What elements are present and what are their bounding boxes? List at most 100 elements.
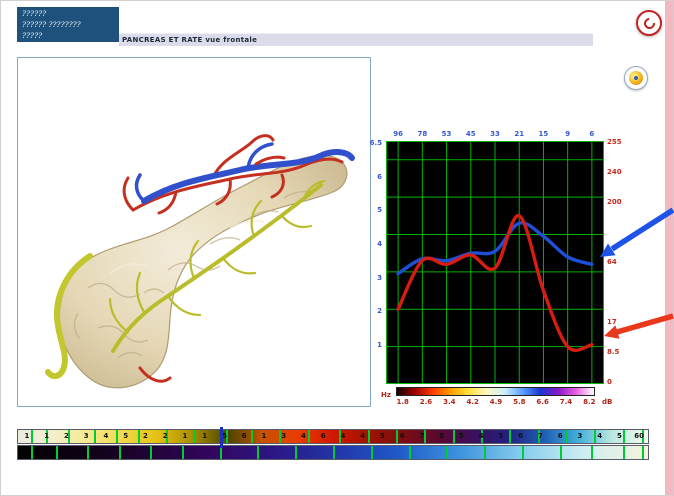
spectrum-colorbar	[396, 387, 595, 396]
patient-info-line: ?????	[22, 30, 43, 40]
scale-tick	[424, 430, 427, 443]
scale-tick	[115, 430, 118, 443]
chart-top-axis: 96 78 53 45 33 21 15 9 6	[386, 130, 604, 138]
scale-tick	[522, 446, 524, 459]
top-axis-label: 78	[417, 130, 428, 138]
right-axis-label: 8.5	[607, 348, 620, 356]
bottom-axis-label: 6.6	[536, 398, 549, 406]
globe-icon	[629, 71, 643, 85]
scale-tick	[46, 430, 49, 443]
scale-tick	[251, 430, 254, 443]
top-axis-label: 21	[514, 130, 525, 138]
chart-bottom-axis: 1.8 2.6 3.4 4.2 4.9 5.8 6.6 7.4 8.2	[391, 398, 601, 406]
top-axis-label: 15	[538, 130, 549, 138]
scale-tick	[307, 430, 310, 443]
scale-tick	[641, 446, 644, 459]
scale-tick	[408, 446, 411, 459]
right-axis-label: 64	[607, 258, 617, 266]
chart-left-axis: 6.5 6 5 4 3 2 1	[356, 139, 382, 349]
left-axis-label: 5	[377, 206, 382, 215]
scale-tick	[396, 430, 398, 443]
bottom-axis-label: 1.8	[396, 398, 409, 406]
top-axis-label: 33	[490, 130, 500, 138]
scale-tick	[370, 446, 373, 459]
scale-tick	[622, 446, 625, 459]
power-icon	[641, 15, 657, 31]
lut-scale-lower[interactable]	[17, 445, 649, 460]
right-axis-label: 0	[607, 378, 612, 386]
right-axis-label: 17	[607, 318, 617, 326]
scale-tick	[87, 446, 90, 459]
right-axis-label: 200	[607, 198, 622, 206]
pancreas-3d-view[interactable]	[17, 57, 371, 407]
scale-tick	[339, 430, 342, 443]
left-axis-label: 3	[377, 273, 382, 282]
bottom-axis-label: 8.2	[583, 398, 596, 406]
scale-tick	[194, 430, 197, 443]
top-axis-label: 45	[465, 130, 476, 138]
scale-tick	[225, 430, 228, 443]
bottom-axis-label: 4.2	[466, 398, 479, 406]
scale-tick	[641, 430, 644, 443]
patient-info-line: ??????	[22, 9, 47, 18]
bottom-axis-label: 4.9	[489, 398, 503, 406]
right-axis-label	[607, 228, 633, 236]
scale-tick	[537, 430, 540, 443]
left-axis-label: 6	[377, 172, 382, 181]
scale-tick	[118, 446, 121, 459]
lut-scale-upper[interactable]	[17, 427, 649, 448]
scale-tick	[181, 446, 184, 459]
scale-tick	[594, 430, 597, 443]
lut-scales: 1 1 2 3 4 5 2 2 1 1 5 6 1 3 4 6 4 4 5 6 7 8 5 4 5 6 7 6 3 4 5 60	[17, 427, 649, 460]
scale-tick	[484, 446, 487, 459]
scale-tick	[30, 430, 33, 443]
bottom-axis-label: 2.6	[419, 398, 433, 406]
bottom-axis-label: 7.4	[559, 398, 573, 406]
scale-tick	[93, 430, 96, 443]
scale-cursor[interactable]	[219, 427, 223, 448]
scale-tick	[279, 430, 282, 443]
right-axis-label	[607, 288, 633, 296]
scale-tick	[30, 446, 33, 459]
top-axis-label: 53	[441, 130, 452, 138]
view-title-bar: PANCREAS ET RATE vue frontale	[119, 33, 593, 46]
left-axis-label: 1	[377, 340, 382, 349]
patient-info-line: ?????? ????????	[22, 19, 81, 29]
scale-tick	[68, 430, 71, 443]
left-axis-label: 6.5	[369, 139, 382, 147]
spectrum-curves	[386, 141, 604, 384]
scale-tick	[166, 430, 169, 443]
right-edge-strip	[665, 1, 673, 495]
left-axis-label: 2	[377, 307, 382, 316]
top-axis-label: 9	[565, 130, 571, 138]
pancreas-3d-render	[45, 134, 355, 389]
scale-tick	[591, 446, 594, 459]
display-options-button[interactable]	[624, 66, 648, 90]
patient-info-box: ?????? ?????? ???????? ?????	[17, 7, 119, 42]
bottom-axis-label: 5.8	[513, 398, 526, 406]
left-axis-label: 4	[377, 239, 382, 248]
spectrum-plot	[386, 141, 604, 384]
scale-tick	[295, 446, 298, 459]
scale-tick	[559, 446, 562, 459]
quit-button[interactable]	[636, 10, 662, 36]
right-axis-label: 255	[607, 138, 622, 146]
scale-tick	[481, 430, 484, 443]
scale-tick	[150, 446, 153, 459]
scale-tick	[257, 446, 260, 459]
top-axis-label: 96	[393, 130, 403, 138]
hz-label: Hz	[381, 391, 391, 399]
scale-tick	[566, 430, 569, 443]
top-axis-label: 6	[589, 130, 595, 138]
scale-tick	[55, 446, 58, 459]
bottom-axis-label: 3.4	[443, 398, 456, 406]
db-label: dB	[602, 398, 613, 406]
scale-tick	[137, 430, 140, 443]
scale-tick	[509, 430, 512, 443]
scale-tick	[367, 430, 370, 443]
right-axis-label: 240	[607, 168, 622, 176]
chart-right-axis: 255 240 200 64 17 8.5 0	[607, 138, 633, 386]
scale-tick	[333, 446, 335, 459]
scale-tick	[452, 430, 455, 443]
view-title: PANCREAS ET RATE vue frontale	[122, 36, 258, 44]
